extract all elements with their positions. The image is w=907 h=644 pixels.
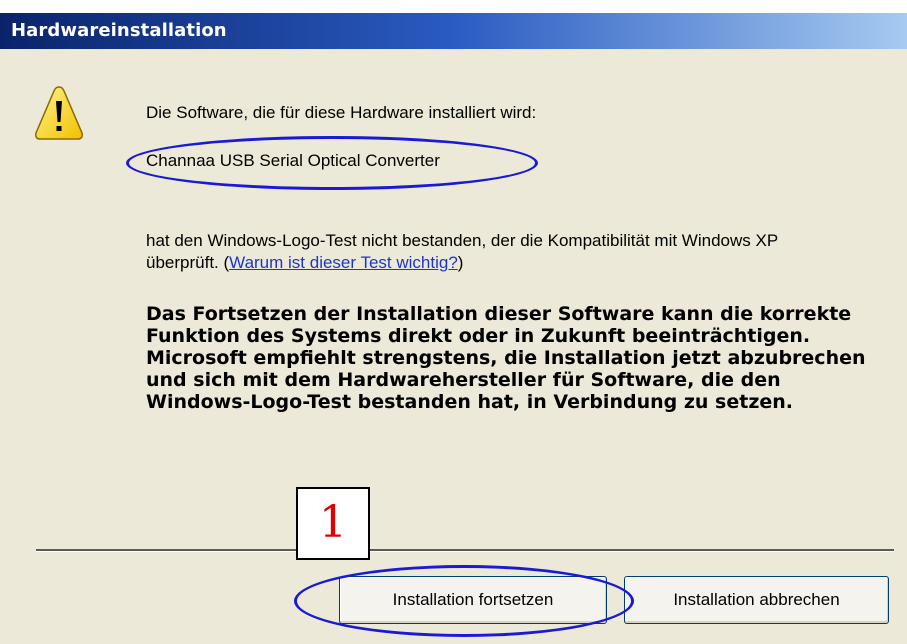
- why-test-important-link[interactable]: Warum ist dieser Test wichtig?: [229, 253, 458, 272]
- title-bar[interactable]: Hardwareinstallation: [0, 13, 907, 49]
- warning-message: Das Fortsetzen der Installation dieser S…: [146, 303, 866, 413]
- window-title: Hardwareinstallation: [11, 20, 227, 41]
- intro-text: Die Software, die für diese Hardware ins…: [146, 103, 537, 122]
- warning-icon: [35, 86, 83, 140]
- hardware-installation-dialog: Hardwareinstallation Die Software, die f…: [0, 0, 907, 644]
- annotation-box: 1: [296, 487, 370, 560]
- message-text-end: ): [457, 253, 464, 272]
- cancel-installation-button[interactable]: Installation abbrechen: [624, 576, 889, 624]
- separator: [36, 549, 894, 552]
- continue-button-highlight-ellipse: [294, 565, 634, 637]
- top-strip: [0, 0, 907, 13]
- device-name-highlight-ellipse: [126, 136, 538, 190]
- annotation-number: 1: [319, 497, 347, 548]
- logo-test-message: hat den Windows-Logo-Test nicht bestande…: [146, 230, 846, 274]
